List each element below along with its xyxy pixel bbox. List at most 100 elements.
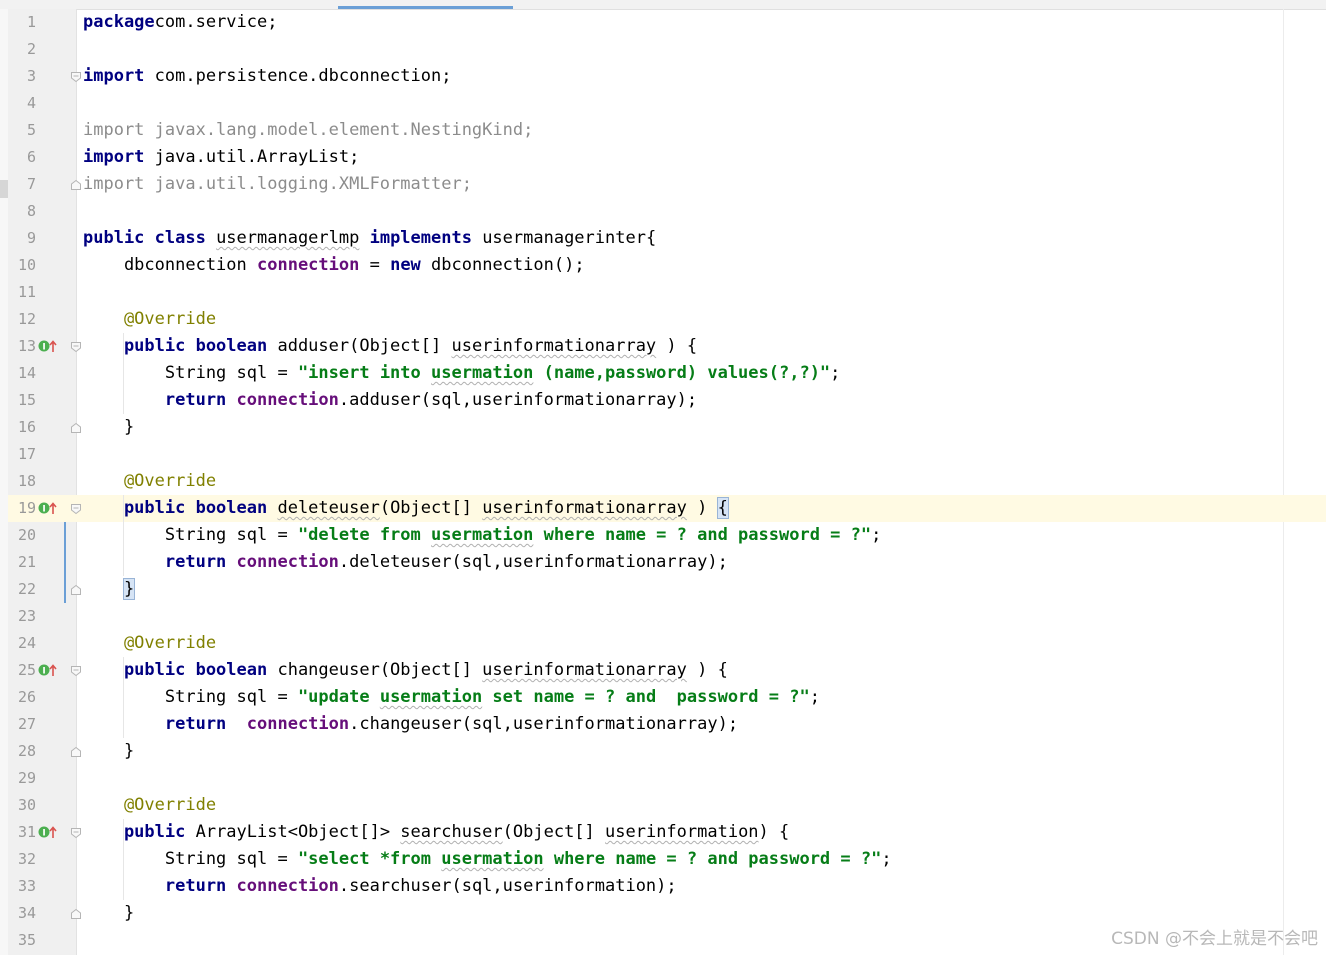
line-number[interactable]: 8 [8, 198, 36, 225]
code-text[interactable]: } [83, 414, 134, 441]
code-line[interactable]: 29 [8, 765, 1326, 792]
code-text[interactable]: @Override [83, 306, 216, 333]
code-text[interactable]: dbconnection connection = new dbconnecti… [83, 252, 585, 279]
code-line[interactable]: 15 return connection.adduser(sql,userinf… [8, 387, 1326, 414]
line-number[interactable]: 3 [8, 63, 36, 90]
fold-open-icon[interactable] [70, 827, 82, 839]
code-line[interactable]: 22 } [8, 576, 1326, 603]
fold-close-icon[interactable] [70, 746, 82, 758]
code-text[interactable]: import javax.lang.model.element.NestingK… [83, 117, 533, 144]
fold-close-icon[interactable] [70, 908, 82, 920]
line-number[interactable]: 23 [8, 603, 36, 630]
code-line[interactable]: 26 String sql = "update usermation set n… [8, 684, 1326, 711]
line-number[interactable]: 34 [8, 900, 36, 927]
line-number[interactable]: 29 [8, 765, 36, 792]
line-number[interactable]: 18 [8, 468, 36, 495]
line-number[interactable]: 2 [8, 36, 36, 63]
code-line[interactable]: 32 String sql = "select *from usermation… [8, 846, 1326, 873]
code-text[interactable]: public class usermanagerlmp implements u… [83, 225, 656, 252]
code-line[interactable]: 31 I public ArrayList<Object[]> searchuse… [8, 819, 1326, 846]
line-number[interactable]: 25 [8, 657, 36, 684]
code-line[interactable]: 24 @Override [8, 630, 1326, 657]
code-line[interactable]: 6 import java.util.ArrayList; [8, 144, 1326, 171]
line-number[interactable]: 24 [8, 630, 36, 657]
code-text[interactable]: return connection.adduser(sql,userinform… [83, 387, 697, 414]
implements-method-icon[interactable]: I [38, 663, 58, 677]
code-line[interactable]: 33 return connection.searchuser(sql,user… [8, 873, 1326, 900]
code-text[interactable]: @Override [83, 792, 216, 819]
line-number[interactable]: 13 [8, 333, 36, 360]
code-line[interactable]: 14 String sql = "insert into usermation … [8, 360, 1326, 387]
code-editor[interactable]: 1 packagecom.service; 2 3 import com.persist… [0, 0, 1326, 955]
line-number[interactable]: 33 [8, 873, 36, 900]
line-number[interactable]: 26 [8, 684, 36, 711]
code-text[interactable]: String sql = "delete from usermation whe… [83, 522, 882, 549]
code-line[interactable]: 2 [8, 36, 1326, 63]
line-number[interactable]: 21 [8, 549, 36, 576]
code-line[interactable]: 16 } [8, 414, 1326, 441]
code-text[interactable]: return connection.deleteuser(sql,userinf… [83, 549, 728, 576]
code-line[interactable]: 11 [8, 279, 1326, 306]
line-number[interactable]: 27 [8, 711, 36, 738]
code-line[interactable]: 27 return connection.changeuser(sql,user… [8, 711, 1326, 738]
code-text[interactable]: String sql = "insert into usermation (na… [83, 360, 841, 387]
code-text[interactable]: public boolean adduser(Object[] userinfo… [83, 333, 697, 360]
line-number[interactable]: 11 [8, 279, 36, 306]
fold-open-icon[interactable] [70, 665, 82, 677]
code-line[interactable]: 13 I public boolean adduser(Object[] user… [8, 333, 1326, 360]
code-line[interactable]: 23 [8, 603, 1326, 630]
line-number[interactable]: 12 [8, 306, 36, 333]
code-line[interactable]: 8 [8, 198, 1326, 225]
line-number[interactable]: 35 [8, 927, 36, 954]
fold-close-icon[interactable] [70, 179, 82, 191]
line-number[interactable]: 30 [8, 792, 36, 819]
code-text[interactable]: } [83, 576, 136, 603]
code-text[interactable]: public boolean deleteuser(Object[] useri… [83, 495, 729, 522]
line-number[interactable]: 19 [8, 495, 36, 522]
line-number[interactable]: 15 [8, 387, 36, 414]
code-line[interactable]: 25 I public boolean changeuser(Object[] u… [8, 657, 1326, 684]
code-line[interactable]: 34 } [8, 900, 1326, 927]
line-number[interactable]: 7 [8, 171, 36, 198]
code-line[interactable]: 20 String sql = "delete from usermation … [8, 522, 1326, 549]
line-number[interactable]: 14 [8, 360, 36, 387]
implements-method-icon[interactable]: I [38, 339, 58, 353]
code-line[interactable]: 10 dbconnection connection = new dbconne… [8, 252, 1326, 279]
code-line[interactable]: 21 return connection.deleteuser(sql,user… [8, 549, 1326, 576]
fold-close-icon[interactable] [70, 422, 82, 434]
fold-open-icon[interactable] [70, 503, 82, 515]
line-number[interactable]: 22 [8, 576, 36, 603]
line-number[interactable]: 10 [8, 252, 36, 279]
code-text[interactable]: String sql = "select *from usermation wh… [83, 846, 892, 873]
line-number[interactable]: 4 [8, 90, 36, 117]
fold-open-icon[interactable] [70, 71, 82, 83]
code-line[interactable]: 9 public class usermanagerlmp implements … [8, 225, 1326, 252]
implements-method-icon[interactable]: I [38, 501, 58, 515]
code-line[interactable]: 28 } [8, 738, 1326, 765]
line-number[interactable]: 9 [8, 225, 36, 252]
code-text[interactable]: import java.util.logging.XMLFormatter; [83, 171, 472, 198]
line-number[interactable]: 28 [8, 738, 36, 765]
code-text[interactable]: return connection.changeuser(sql,userinf… [83, 711, 738, 738]
line-number[interactable]: 31 [8, 819, 36, 846]
line-number[interactable]: 1 [8, 9, 36, 36]
line-number[interactable]: 17 [8, 441, 36, 468]
code-line[interactable]: 4 [8, 90, 1326, 117]
line-number[interactable]: 20 [8, 522, 36, 549]
code-text[interactable]: import java.util.ArrayList; [83, 144, 359, 171]
code-line[interactable]: 19 I public boolean deleteuser(Object[] u… [8, 495, 1326, 522]
line-number[interactable]: 5 [8, 117, 36, 144]
code-text[interactable]: @Override [83, 468, 216, 495]
code-text[interactable]: public boolean changeuser(Object[] useri… [83, 657, 728, 684]
implements-method-icon[interactable]: I [38, 825, 58, 839]
code-line[interactable]: 12 @Override [8, 306, 1326, 333]
code-line[interactable]: 5 import javax.lang.model.element.Nesting… [8, 117, 1326, 144]
code-text[interactable]: } [83, 738, 134, 765]
code-text[interactable]: packagecom.service; [83, 9, 277, 36]
code-text[interactable]: return connection.searchuser(sql,userinf… [83, 873, 677, 900]
fold-close-icon[interactable] [70, 584, 82, 596]
code-line[interactable]: 1 packagecom.service; [8, 9, 1326, 36]
line-number[interactable]: 16 [8, 414, 36, 441]
code-text[interactable]: } [83, 900, 134, 927]
code-text[interactable]: import com.persistence.dbconnection; [83, 63, 451, 90]
